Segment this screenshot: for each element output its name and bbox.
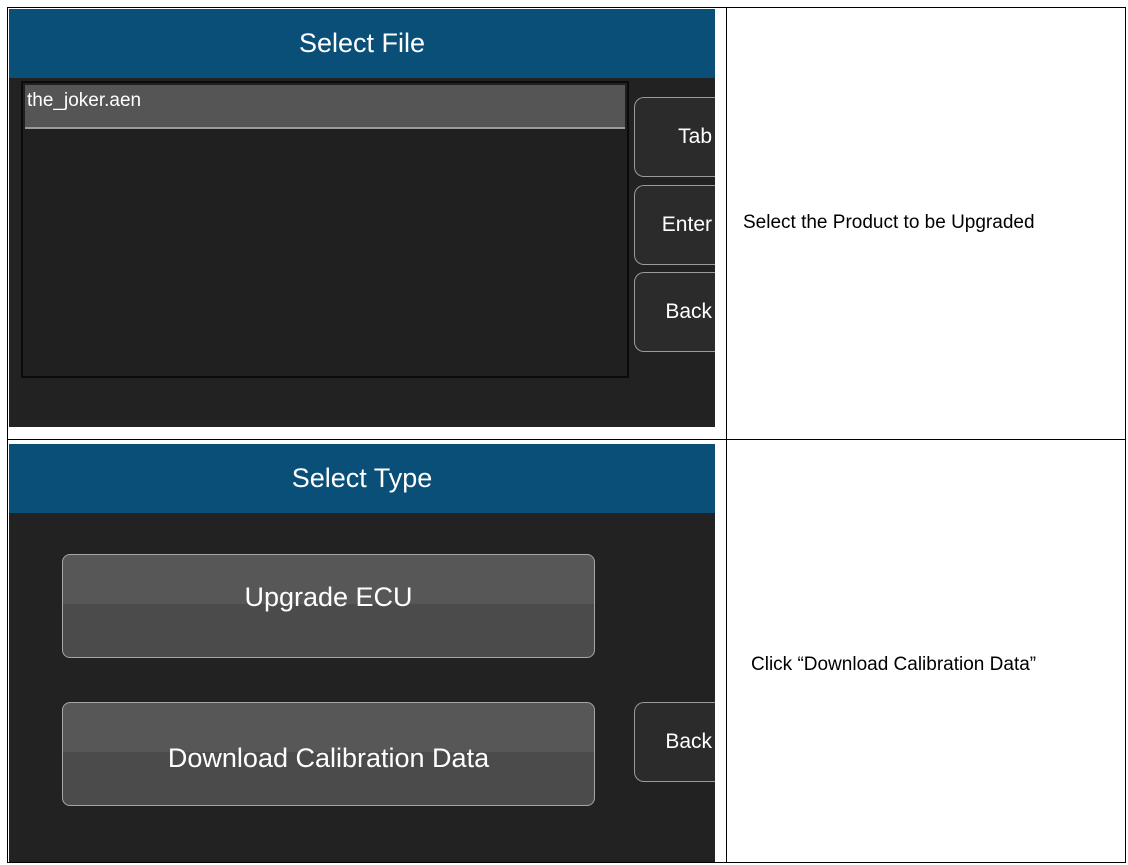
enter-button[interactable]: Enter <box>634 185 715 265</box>
select-type-screen: Select Type Upgrade ECU Download Calibra… <box>9 444 715 862</box>
table-border-right <box>1125 8 1126 863</box>
upgrade-ecu-button[interactable]: Upgrade ECU <box>62 554 595 658</box>
file-list-item[interactable]: the_joker.aen <box>25 85 625 129</box>
table-divider-horizontal <box>8 439 1126 440</box>
instruction-text: Click “Download Calibration Data” <box>751 654 1037 675</box>
back-button[interactable]: Back <box>634 702 715 782</box>
file-list[interactable]: the_joker.aen <box>21 81 629 378</box>
download-calibration-data-button[interactable]: Download Calibration Data <box>62 702 595 806</box>
table-border-bottom <box>8 862 1126 863</box>
back-button[interactable]: Back <box>634 272 715 352</box>
screen-title: Select File <box>9 9 715 78</box>
screen-title: Select Type <box>9 444 715 513</box>
table-divider-vertical <box>726 8 727 863</box>
instruction-text: Select the Product to be Upgraded <box>743 212 1035 233</box>
tab-button[interactable]: Tab <box>634 97 715 177</box>
select-file-screen: Select File the_joker.aen Tab Enter Back <box>9 9 715 427</box>
page-top-strip <box>0 0 1128 7</box>
